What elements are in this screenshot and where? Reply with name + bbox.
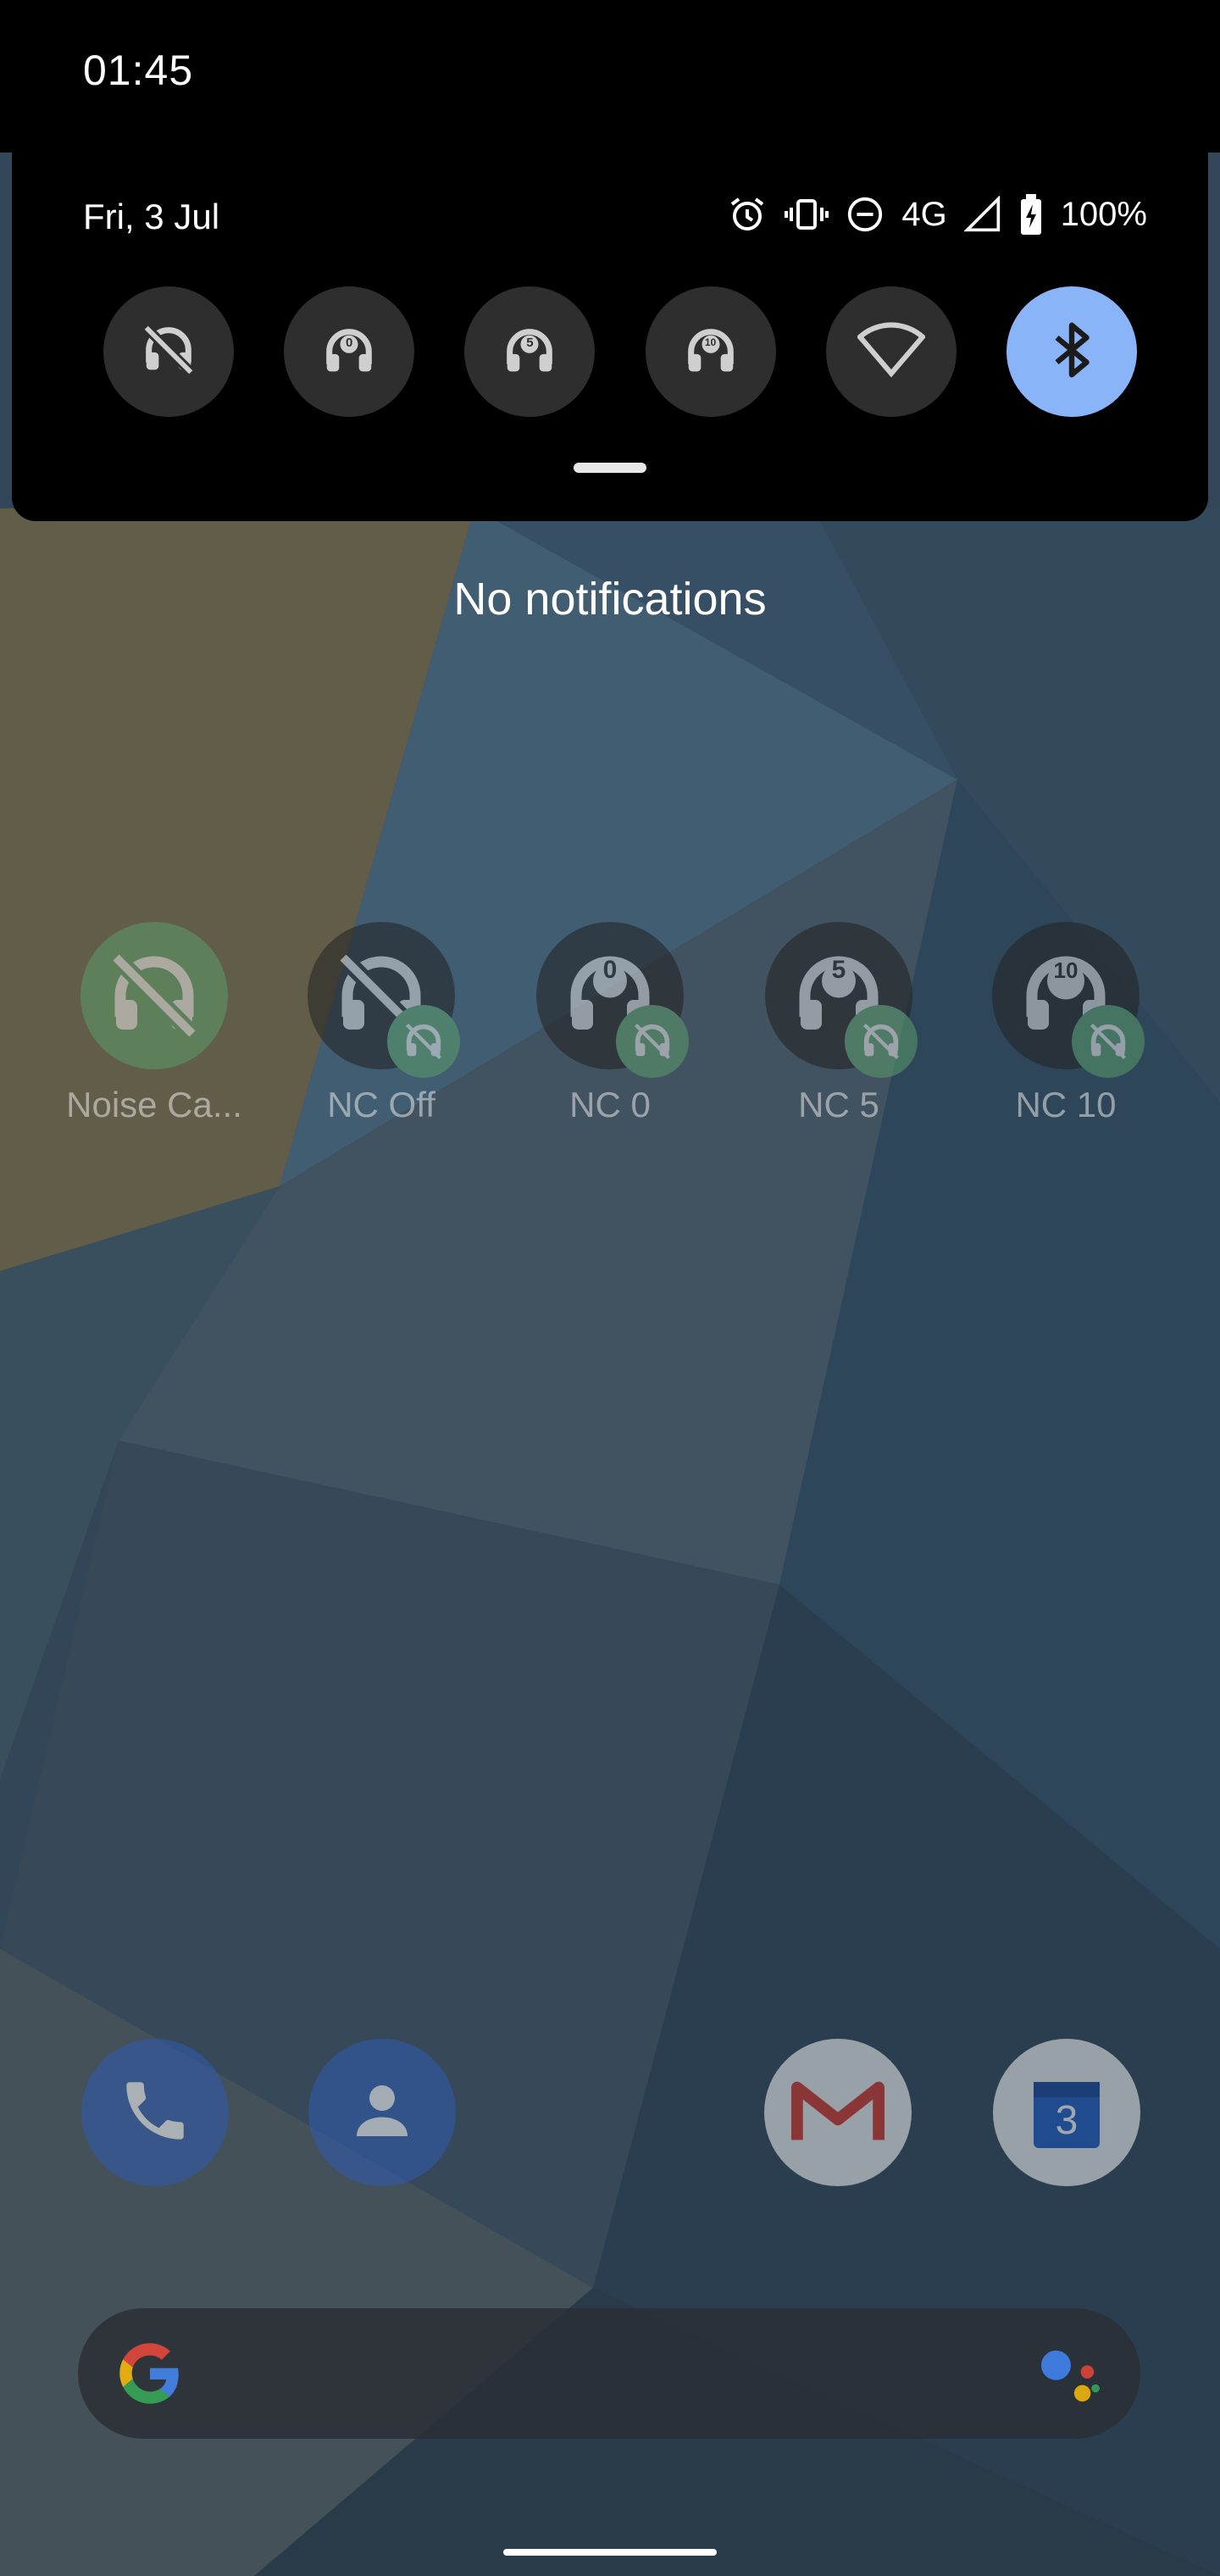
shortcut-badge-icon — [387, 1005, 460, 1078]
home-apps-row: Noise Ca... NC Off 0 NC 0 5 NC 5 10 NC 1… — [0, 922, 1220, 1151]
qs-date[interactable]: Fri, 3 Jul — [83, 197, 219, 237]
headphones-icon: 5 — [500, 322, 559, 381]
qs-drag-handle[interactable] — [574, 463, 646, 473]
battery-percent: 100% — [1060, 195, 1147, 233]
qs-status-icons: 4G 100% — [727, 192, 1147, 237]
app-label: Noise Ca... — [66, 1085, 242, 1124]
wifi-icon — [856, 320, 926, 384]
dock-contacts[interactable] — [308, 2039, 456, 2186]
app-nc-off[interactable]: NC Off — [288, 922, 474, 1125]
alarm-icon — [727, 194, 768, 235]
app-nc-5[interactable]: 5 NC 5 — [746, 922, 932, 1125]
vibrate-icon — [785, 194, 829, 235]
app-level-label: 0 — [602, 956, 618, 984]
tile-wifi[interactable] — [825, 286, 957, 417]
calendar-icon: 3 — [1029, 2072, 1105, 2153]
app-level-label: 5 — [831, 956, 846, 984]
headphones-icon: 0 — [319, 322, 379, 381]
app-nc-10[interactable]: 10 NC 10 — [973, 922, 1159, 1125]
tile-nc-0[interactable]: 0 — [284, 286, 415, 417]
no-notifications-text: No notifications — [453, 574, 767, 625]
dock-phone[interactable] — [81, 2039, 229, 2186]
google-search-bar[interactable] — [78, 2308, 1140, 2439]
signal-icon — [963, 196, 1001, 233]
gesture-nav-handle[interactable] — [503, 2549, 717, 2556]
headphones-off-icon — [308, 922, 460, 1078]
contacts-icon — [344, 2073, 420, 2153]
shortcut-badge-icon — [616, 1005, 689, 1078]
tile-level-label: 5 — [526, 336, 534, 350]
app-nc-0[interactable]: 0 NC 0 — [517, 922, 703, 1125]
headphones-off-icon — [80, 922, 228, 1069]
dock-calendar[interactable]: 3 — [993, 2039, 1140, 2186]
google-g-icon — [112, 2335, 188, 2416]
google-assistant-icon[interactable] — [1035, 2346, 1103, 2409]
headphones-icon: 5 — [765, 922, 918, 1078]
app-label: NC Off — [327, 1085, 435, 1124]
app-noise-cancelling[interactable]: Noise Ca... — [61, 922, 247, 1125]
shortcut-badge-icon — [845, 1005, 918, 1078]
headphones-icon: 10 — [992, 922, 1145, 1078]
headphones-icon: 0 — [536, 922, 689, 1078]
battery-charging-icon — [1018, 194, 1044, 235]
calendar-day: 3 — [1055, 2098, 1079, 2143]
shortcut-badge-icon — [1072, 1005, 1145, 1078]
phone-icon — [117, 2073, 193, 2153]
tile-nc-10[interactable]: 10 — [645, 286, 776, 417]
gmail-icon — [791, 2075, 884, 2151]
app-label: NC 5 — [798, 1085, 879, 1124]
app-level-label: 10 — [1053, 958, 1079, 983]
tile-nc-5[interactable]: 5 — [464, 286, 596, 417]
app-label: NC 0 — [569, 1085, 651, 1124]
dock-gmail[interactable] — [764, 2039, 912, 2186]
tile-level-label: 10 — [704, 336, 717, 348]
headphones-icon: 10 — [681, 322, 740, 381]
tile-nc-off[interactable] — [103, 286, 234, 417]
app-label: NC 10 — [1015, 1085, 1117, 1124]
quick-settings-panel: Fri, 3 Jul 4G 100% 0 5 10 — [12, 127, 1208, 521]
network-type: 4G — [901, 195, 947, 233]
status-clock: 01:45 — [83, 47, 194, 94]
headphones-off-icon — [139, 320, 198, 384]
bluetooth-icon — [1046, 320, 1097, 384]
tile-bluetooth[interactable] — [1006, 286, 1137, 417]
qs-tiles: 0 5 10 — [103, 286, 1137, 417]
tile-level-label: 0 — [346, 336, 353, 350]
do-not-disturb-icon — [846, 195, 884, 234]
